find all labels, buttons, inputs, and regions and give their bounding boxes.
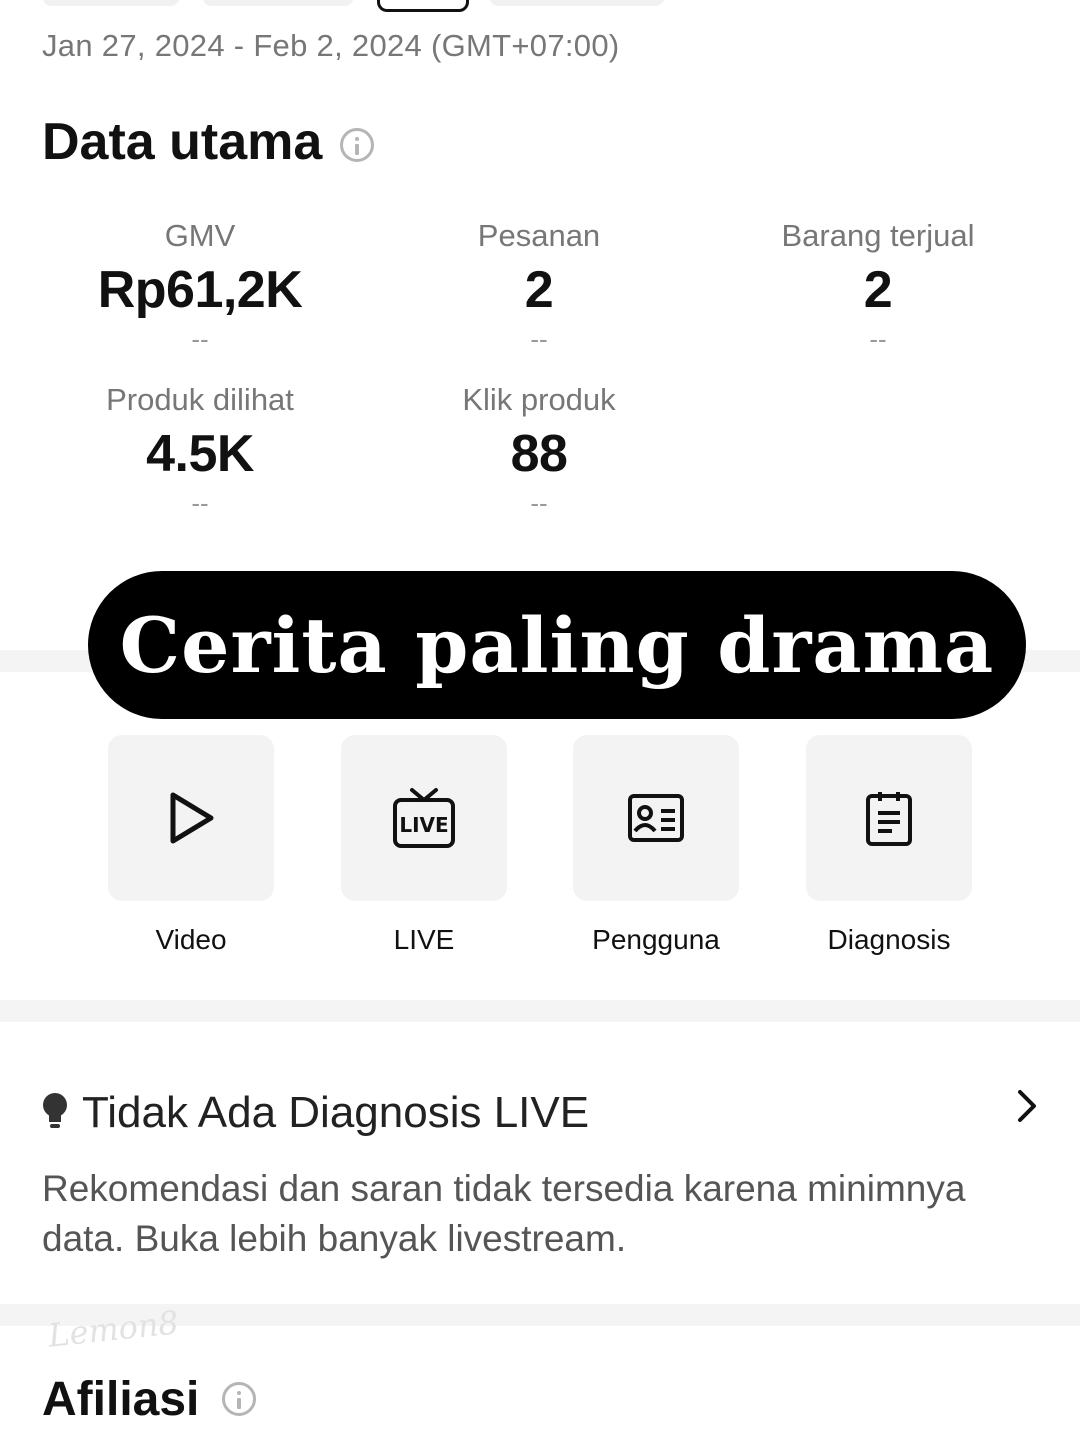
id-card-icon <box>628 794 684 842</box>
metric-label: Barang terjual <box>781 218 975 253</box>
tool-video-button[interactable] <box>108 735 274 901</box>
metric-value: 2 <box>863 261 893 319</box>
tool-users-label: Pengguna <box>592 924 720 955</box>
diagnosis-description: Rekomendasi dan saran tidak tersedia kar… <box>42 1168 966 1259</box>
metric-label: Produk dilihat <box>106 382 294 417</box>
info-icon[interactable] <box>340 128 374 162</box>
period-tabs <box>0 0 1080 12</box>
metric-label: Pesanan <box>477 218 601 253</box>
chevron-right-icon[interactable] <box>1012 1088 1042 1124</box>
period-tab[interactable] <box>202 0 354 6</box>
tool-users-button[interactable] <box>573 735 739 901</box>
svg-text:LIVE: LIVE <box>399 813 448 837</box>
caption-overlay: Cerita paling drama <box>88 571 1026 719</box>
live-tv-icon: LIVE <box>393 788 455 848</box>
tool-diagnosis-button[interactable] <box>806 735 972 901</box>
metric-compare: -- <box>191 324 209 354</box>
metric-value: 88 <box>510 425 568 483</box>
metric-value: Rp61,2K <box>97 261 303 319</box>
metric-label: Klik produk <box>462 382 616 417</box>
tool-live-label: LIVE <box>393 924 455 955</box>
tool-live-button[interactable]: LIVE <box>341 735 507 901</box>
lightbulb-icon <box>43 1093 67 1128</box>
metric-product-views[interactable]: Produk dilihat 4.5K -- <box>30 382 370 519</box>
metric-compare: -- <box>191 488 209 518</box>
clipboard-icon <box>866 792 912 846</box>
metric-items-sold[interactable]: Barang terjual 2 -- <box>708 218 1048 355</box>
metric-gmv[interactable]: GMV Rp61,2K -- <box>30 218 370 355</box>
tool-video-label: Video <box>155 924 227 955</box>
metric-compare: -- <box>869 324 887 354</box>
main-data-title: Data utama <box>42 113 323 171</box>
affiliate-title: Afiliasi <box>42 1373 200 1426</box>
metric-label: GMV <box>164 218 236 253</box>
section-divider <box>0 1000 1080 1022</box>
period-tab[interactable] <box>42 0 180 6</box>
play-icon <box>170 792 214 844</box>
metric-compare: -- <box>530 324 548 354</box>
metric-value: 2 <box>524 261 554 319</box>
metric-orders[interactable]: Pesanan 2 -- <box>369 218 709 355</box>
metric-value: 4.5K <box>146 425 254 483</box>
diagnosis-title: Tidak Ada Diagnosis LIVE <box>82 1088 590 1137</box>
period-tab-active[interactable] <box>377 0 469 12</box>
date-range[interactable]: Jan 27, 2024 - Feb 2, 2024 (GMT+07:00) <box>42 28 619 64</box>
info-icon[interactable] <box>222 1382 256 1416</box>
metric-compare: -- <box>530 488 548 518</box>
tool-diagnosis-label: Diagnosis <box>827 924 951 955</box>
metric-product-clicks[interactable]: Klik produk 88 -- <box>369 382 709 519</box>
period-tab[interactable] <box>489 0 665 6</box>
